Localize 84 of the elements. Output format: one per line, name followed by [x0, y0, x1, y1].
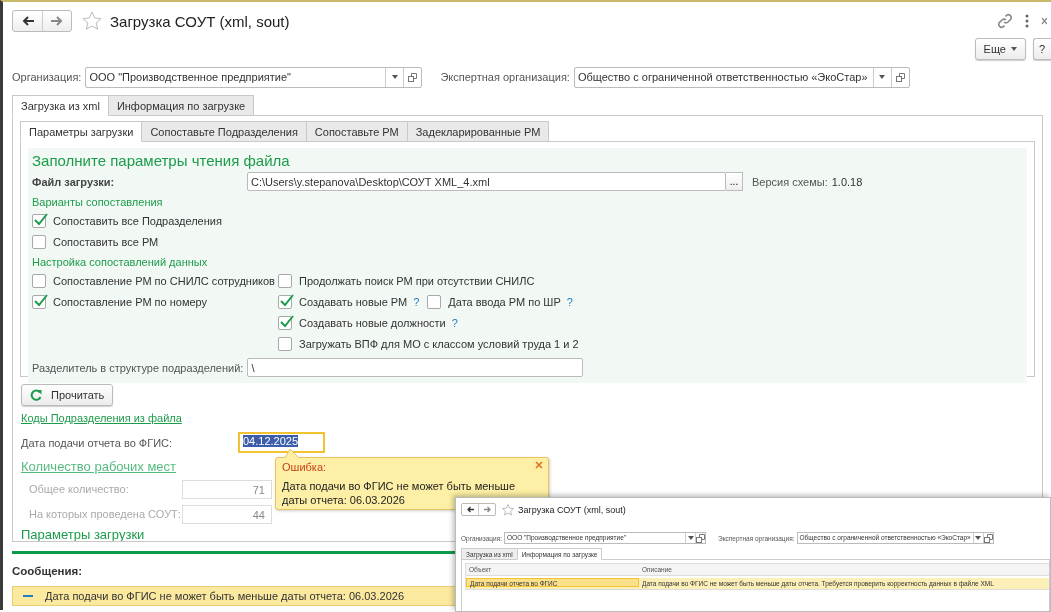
read-button[interactable]: Прочитать [21, 384, 114, 406]
tab[interactable]: Задекларированные РМ [406, 121, 550, 142]
section-heading: Заполните параметры чтения файла [32, 151, 290, 171]
checkbox-label: Создавать новые должности [299, 316, 446, 329]
checkbox-label: Продолжать поиск РМ при отсутствии СНИЛС [299, 274, 535, 287]
message-bar[interactable]: Дата подачи во ФГИС не может быть меньше даты отчета: 06.03.2026 [12, 586, 455, 606]
tab[interactable]: Сопоставьте Подразделения [141, 121, 307, 142]
more-button[interactable]: Еще [974, 38, 1026, 60]
checkbox-label: Сопоставление РМ по номеру [53, 295, 208, 308]
dropdown-icon[interactable] [879, 75, 886, 79]
caret-icon [1011, 47, 1017, 51]
field-label: Экспертная организация: [440, 71, 570, 83]
help-link[interactable]: ? [413, 295, 420, 308]
combo-field[interactable]: Общество с ограниченной ответственностью «ЭкоСтар» [573, 66, 910, 88]
star-icon[interactable] [502, 503, 514, 516]
field-label: Разделитель в структуре подразделений: [32, 361, 244, 374]
section-heading: Количество рабочих мест [21, 458, 177, 475]
checkbox-label: Сопоставить все РМ [53, 235, 159, 248]
count-field: 44 [182, 504, 272, 524]
browse-button[interactable]: ... [726, 172, 743, 191]
checkmark-icon [279, 292, 294, 308]
close-icon[interactable] [535, 461, 543, 469]
count-field: 71 [182, 479, 272, 499]
field-label: Файл загрузки: [32, 175, 116, 188]
tab[interactable]: Загрузка из xml [12, 95, 109, 116]
section-heading: Варианты сопоставления [32, 195, 163, 210]
checkbox-label: Сопоставить все Подразделения [53, 214, 222, 227]
checkbox-label: Создавать новые РМ [299, 295, 408, 308]
section-heading: Настройка сопоставлений данных [32, 255, 208, 270]
checkbox[interactable] [32, 273, 46, 288]
checkbox[interactable] [32, 213, 46, 228]
window-title: Загрузка СОУТ (xml, sout) [110, 12, 290, 30]
open-icon[interactable] [696, 533, 705, 543]
field-label: Версия схемы: [752, 175, 828, 188]
separator-field[interactable]: \ [247, 358, 584, 377]
combo-field[interactable]: ООО "Производственное предприятие" [85, 66, 423, 88]
date-field[interactable]: 04.12.2025 [238, 432, 325, 453]
checkmark-icon [33, 292, 48, 308]
field-label: На которых проведена СОУТ: [29, 508, 182, 520]
field-label: Дата подачи отчета во ФГИС: [21, 436, 174, 449]
messages-title: Сообщения: [12, 565, 83, 577]
field-label: Общее количество: [29, 483, 130, 495]
checkbox[interactable] [278, 273, 292, 288]
error-title: Ошибка: [282, 461, 327, 473]
dropdown-icon[interactable] [687, 536, 694, 540]
checkbox-label: Дата ввода РМ по ШР [448, 295, 561, 308]
checkbox[interactable] [278, 336, 292, 351]
open-icon[interactable] [983, 533, 993, 543]
dropdown-icon[interactable] [975, 536, 982, 540]
star-icon[interactable] [82, 11, 102, 31]
forward-arrow-icon [50, 14, 64, 28]
open-icon[interactable] [408, 72, 418, 82]
checkmark-icon [33, 211, 48, 227]
schema-version: 1.0.18 [831, 175, 863, 188]
back-arrow-icon [20, 14, 35, 28]
checkbox[interactable] [32, 294, 46, 309]
help-link[interactable]: ? [566, 295, 573, 308]
section-heading: Параметры загрузки [21, 527, 145, 541]
window-title: Загрузка СОУТ (xml, sout) [518, 504, 626, 515]
dropdown-icon[interactable] [391, 75, 398, 79]
file-path-field[interactable]: C:\Users\y.stepanova\Desktop\СОУТ XML_4.xml [247, 172, 726, 191]
field-label: Организация: [12, 71, 82, 83]
close-icon[interactable] [1041, 16, 1047, 26]
help-button[interactable]: ? [1033, 38, 1051, 60]
checkbox[interactable] [278, 294, 292, 309]
open-icon[interactable] [895, 72, 905, 82]
checkbox[interactable] [427, 294, 442, 309]
checkbox-label: Загружать ВПФ для МО с классом условий труда 1 и 2 [299, 337, 579, 350]
tab[interactable]: Параметры загрузки [20, 121, 143, 142]
error-text: Дата подачи во ФГИС не может быть меньше даты отчета: 06.03.2026 [282, 479, 517, 507]
tab[interactable]: Информация по загрузке [107, 95, 255, 116]
checkbox[interactable] [32, 234, 46, 249]
checkbox-label: Сопоставление РМ по СНИЛС сотрудников [53, 274, 275, 287]
codes-link[interactable]: Коды Подразделения из файла [21, 412, 182, 424]
back-arrow-icon[interactable] [465, 505, 475, 514]
forward-arrow-icon[interactable] [482, 505, 492, 514]
link-icon[interactable] [997, 13, 1013, 29]
checkmark-icon [279, 313, 294, 329]
refresh-icon [30, 389, 42, 401]
checkbox[interactable] [278, 315, 292, 330]
tab[interactable]: Сопоставьте РМ [305, 121, 408, 142]
help-link[interactable]: ? [451, 316, 458, 329]
more-icon[interactable] [1025, 14, 1029, 28]
dash-icon [23, 595, 33, 597]
